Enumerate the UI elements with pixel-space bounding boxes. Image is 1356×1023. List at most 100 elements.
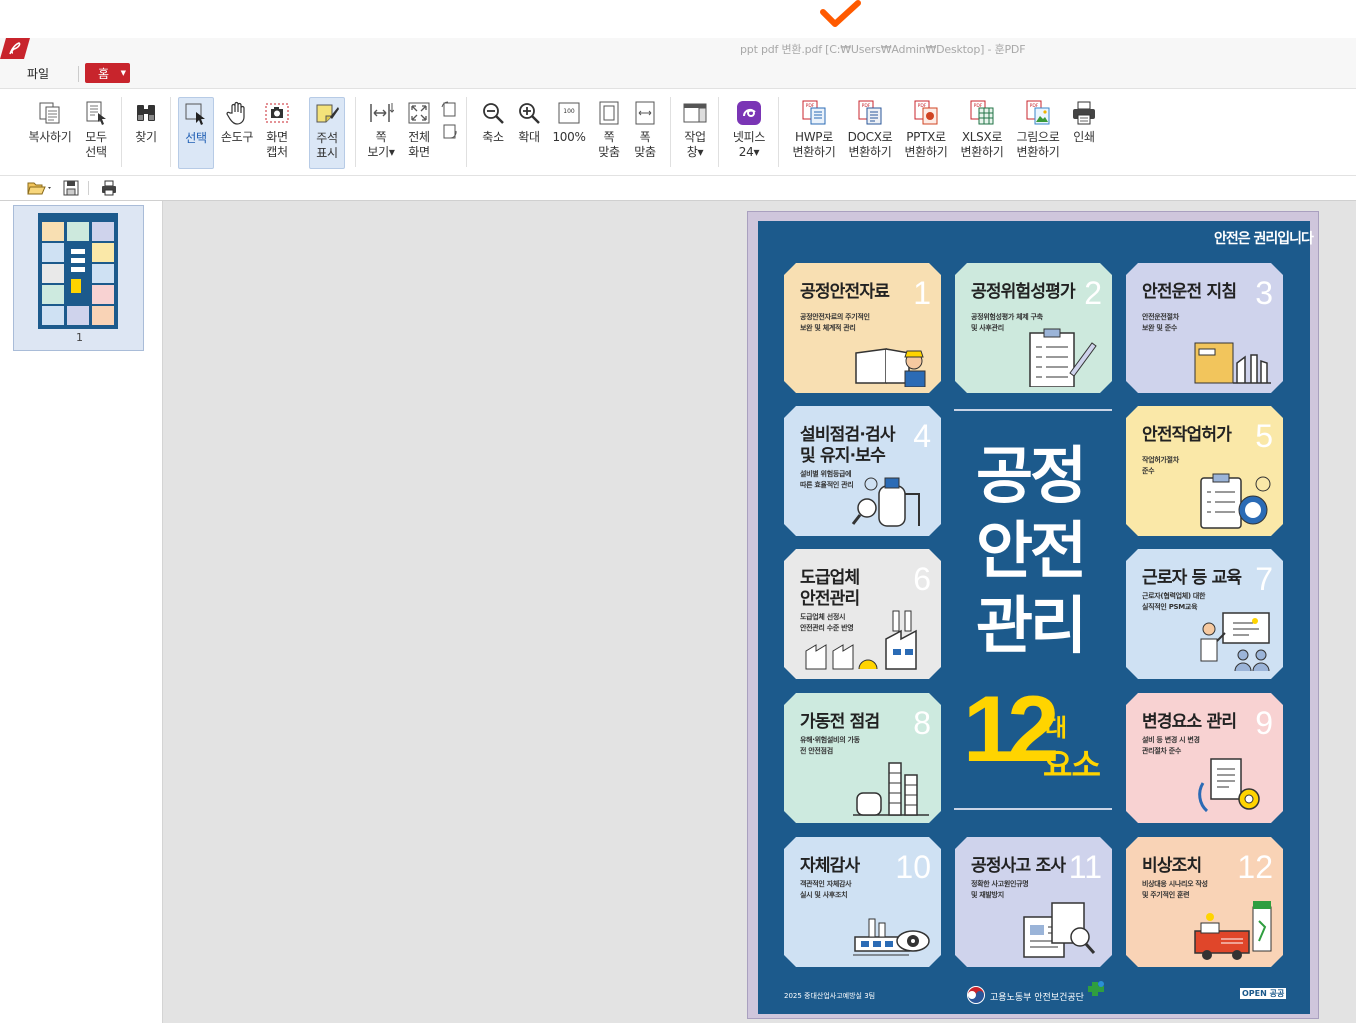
page-thumbnail-number: 1 — [76, 331, 83, 344]
card-subtitle: 안전운전절차 보완 및 준수 — [1142, 313, 1179, 332]
menu-bar — [0, 60, 1356, 89]
ribbon-divider — [778, 97, 779, 167]
print-button[interactable]: 인쇄 — [1068, 97, 1100, 169]
card-title: 비상조치 — [1142, 856, 1202, 876]
poster-card: 공정안전자료 공정안전자료의 주기적인 보완 및 체계적 관리 1 — [784, 263, 941, 393]
pdf-to-xlsx-icon: PDF — [970, 100, 994, 125]
card-subtitle: 작업허가절차 준수 — [1142, 456, 1179, 475]
netpiece-button[interactable]: 넷피스 24▾ — [728, 97, 770, 169]
svg-text:100: 100 — [563, 108, 575, 115]
poster-card: 안전작업허가 작업허가절차 준수 5 — [1126, 406, 1283, 536]
copy-icon — [39, 102, 60, 124]
page-view-icon — [370, 103, 394, 122]
annotate-button[interactable]: 주석 표시 — [309, 97, 345, 169]
card-subtitle: 객관적인 자체감사 실시 및 사후조치 — [800, 880, 852, 899]
convert-to-hwp-button[interactable]: PDF HWP로 변환하기 — [788, 97, 840, 169]
card-number: 7 — [1255, 561, 1273, 597]
training-icon — [1200, 612, 1270, 672]
poster-card: 공정사고 조사 정확한 사고원인규명 및 재발방지 11 — [955, 837, 1112, 967]
card-number: 2 — [1084, 275, 1102, 311]
card-number: 11 — [1068, 849, 1102, 885]
rotate-page-icon[interactable] — [440, 101, 458, 141]
camera-icon — [265, 103, 289, 123]
pdf-to-image-icon: PDF — [1026, 100, 1050, 125]
plant-towers-icon — [853, 762, 929, 816]
card-title: 설비점검·검사 및 유지·보수 — [800, 425, 896, 466]
poster-card: 공정위험성평가 공정위험성평가 체제 구축 및 사후관리 2 — [955, 263, 1112, 393]
title-bar — [0, 38, 1356, 60]
quick-access-bar — [0, 176, 1356, 201]
poster-footer-right: OPEN 공공 — [1240, 988, 1287, 999]
poster-card: 도급업체 안전관리 도급업체 선정시 안전관리 수준 반영 6 — [784, 549, 941, 679]
ribbon-divider — [466, 97, 467, 167]
fire-truck-exit-icon — [1194, 901, 1272, 960]
fit-width-icon — [635, 101, 655, 125]
fullscreen-button[interactable]: 전체 화면 — [403, 97, 435, 169]
pdf-to-hwp-icon: PDF — [802, 100, 826, 125]
convert-to-image-button[interactable]: PDF 그림으로 변환하기 — [1012, 97, 1064, 169]
app-logo-icon[interactable] — [0, 38, 30, 59]
poster-twelve: 12 — [963, 676, 1060, 781]
audit-eye-icon — [853, 918, 930, 956]
poster-card: 비상조치 비상대응 시나리오 작성 및 주기적인 훈련 12 — [1126, 837, 1283, 967]
ministry-logo-icon — [967, 986, 985, 1004]
book-worker-icon — [855, 348, 926, 387]
save-icon[interactable] — [62, 179, 80, 197]
convert-to-pptx-button[interactable]: PDF PPTX로 변환하기 — [900, 97, 952, 169]
card-title: 도급업체 안전관리 — [800, 568, 860, 609]
home-tab-label: 홈 — [97, 66, 110, 81]
pdf-to-docx-icon: PDF — [858, 100, 882, 125]
card-number: 9 — [1255, 705, 1273, 741]
quick-print-icon[interactable] — [100, 179, 118, 197]
convert-to-docx-button[interactable]: PDF DOCX로 변환하기 — [843, 97, 897, 169]
copy-button[interactable]: 복사하기 — [27, 97, 73, 169]
page-thumbnail-image — [38, 213, 118, 329]
annotate-icon — [316, 104, 339, 123]
screen-capture-button[interactable]: 화면 캡처 — [260, 97, 294, 169]
zoom-in-icon — [519, 103, 540, 124]
card-title: 자체감사 — [800, 856, 860, 876]
card-subtitle: 설비별 위험등급에 따른 효율적인 관리 — [800, 470, 854, 489]
card-title: 공정사고 조사 — [971, 856, 1066, 876]
poster-card: 자체감사 객관적인 자체감사 실시 및 사후조치 10 — [784, 837, 941, 967]
poster-title: 공정 안전 관리 — [975, 439, 1087, 662]
card-number: 4 — [913, 418, 931, 454]
card-number: 1 — [913, 275, 931, 311]
cursor-icon — [185, 103, 205, 125]
poster-brand: 안전은 권리입니다 — [1214, 231, 1314, 247]
pdf-to-pptx-icon: PDF — [914, 100, 938, 125]
select-all-button[interactable]: 모두 선택 — [79, 97, 113, 169]
poster-footer-center: 고용노동부 안전보건공단 — [990, 993, 1084, 1003]
zoom-100-button[interactable]: 100 100% — [550, 97, 588, 169]
hand-icon — [226, 101, 245, 125]
poster-card: 근로자 등 교육 근로자(협력업체) 대한 실직적인 PSM교육 7 — [1126, 549, 1283, 679]
zoom-in-button[interactable]: 확대 — [513, 97, 545, 169]
menu-divider — [78, 66, 79, 82]
page-view-button[interactable]: 쪽 보기▾ — [363, 97, 399, 169]
poster-divider — [954, 409, 1112, 411]
zoom-out-button[interactable]: 축소 — [477, 97, 509, 169]
card-title: 변경요소 관리 — [1142, 712, 1237, 732]
factory-icon — [805, 610, 917, 670]
equipment-inspection-icon — [851, 477, 920, 527]
fit-page-button[interactable]: 쪽 맞춤 — [594, 97, 624, 169]
convert-to-xlsx-button[interactable]: PDF XLSX로 변환하기 — [956, 97, 1008, 169]
file-menu[interactable]: 파일 — [27, 65, 49, 82]
open-folder-icon[interactable] — [26, 179, 54, 197]
hand-tool-button[interactable]: 손도구 — [219, 97, 255, 169]
investigation-icon — [1023, 902, 1096, 958]
zoom-out-icon — [483, 103, 504, 124]
select-tool-button[interactable]: 선택 — [178, 97, 214, 169]
card-title: 공정위험성평가 — [971, 282, 1076, 302]
home-tab[interactable]: 홈 ▼ — [85, 63, 130, 83]
find-button[interactable]: 찾기 — [130, 97, 162, 169]
kosha-logo-icon — [1088, 981, 1104, 996]
card-number: 10 — [895, 849, 931, 885]
card-number: 3 — [1255, 275, 1273, 311]
binoculars-icon — [137, 105, 155, 121]
ribbon-divider — [355, 97, 356, 167]
task-window-button[interactable]: 작업 창▾ — [678, 97, 712, 169]
task-window-icon — [683, 103, 707, 123]
fit-width-button[interactable]: 폭 맞춤 — [630, 97, 660, 169]
change-management-icon — [1198, 758, 1260, 813]
